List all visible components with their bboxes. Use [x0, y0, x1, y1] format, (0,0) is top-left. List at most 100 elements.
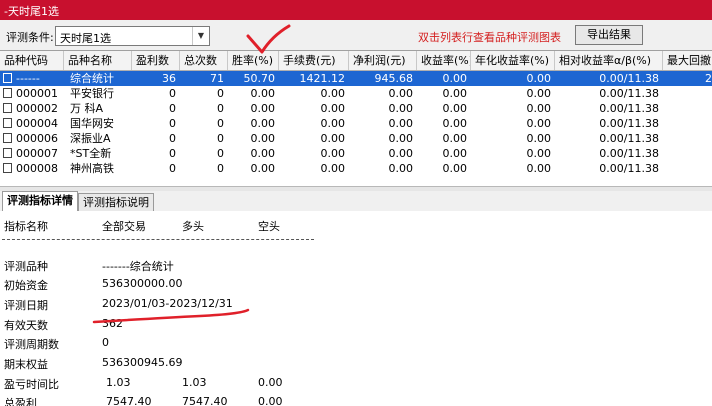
chevron-down-icon[interactable]: ▼: [192, 27, 209, 45]
detail-label: 评测日期: [4, 299, 48, 312]
col-annual-return-cell: 0.00: [526, 132, 552, 145]
row-checkbox[interactable]: [3, 103, 12, 113]
results-table[interactable]: 品种代码 品种名称 盈利数 总次数 胜率(%) 手续费(元) 净利润(元) 收益率(%) 年化收…: [0, 50, 712, 187]
column-header-total-count[interactable]: 总次数: [180, 51, 228, 70]
col-fee-cell: 1421.12: [299, 72, 346, 85]
col-relative-return-cell: 0.00/11.38: [599, 117, 659, 130]
col-total-count-cell: 0: [217, 102, 224, 115]
col-win-rate-cell: 0.00: [250, 87, 276, 100]
detail-label: 初始资金: [4, 279, 48, 292]
col-annual-return-cell: 0.00: [526, 87, 552, 100]
row-code-text: 000004: [16, 117, 58, 130]
table-header: 品种代码 品种名称 盈利数 总次数 胜率(%) 手续费(元) 净利润(元) 收益率(%) 年化收…: [0, 51, 712, 71]
col-profit-count-cell: 0: [169, 132, 176, 145]
col-name-cell: 平安银行: [70, 87, 114, 100]
col-annual-return-cell: 0.00: [526, 72, 552, 85]
row-checkbox[interactable]: [3, 148, 12, 158]
col-relative-return-cell: 0.00/11.38: [599, 147, 659, 160]
detail-panel: 指标名称 全部交易 多头 空头 评测品种 -------综合统计 初始资金 53630…: [0, 211, 712, 406]
col-annual-return-cell: 0.00: [526, 162, 552, 175]
detail-header-long: 多头: [182, 220, 204, 233]
hint-text: 双击列表行查看品种评测图表: [418, 31, 561, 44]
column-header-annual-return[interactable]: 年化收益率(%): [471, 51, 555, 70]
col-total-count-cell: 0: [217, 87, 224, 100]
col-return-cell: 0.00: [442, 102, 468, 115]
col-fee-cell: 0.00: [320, 162, 346, 175]
col-net-profit-cell: 0.00: [388, 117, 414, 130]
table-row[interactable]: 000004 国华网安 0 0 0.00 0.00 0.00 0.00 0.00 0.00/11.…: [0, 116, 712, 131]
row-code-text: 000002: [16, 102, 58, 115]
col-profit-count-cell: 0: [169, 102, 176, 115]
table-row[interactable]: 000006 深振业A 0 0 0.00 0.00 0.00 0.00 0.00 0.00/11.…: [0, 131, 712, 146]
detail-label: 评测品种: [4, 260, 48, 273]
detail-header-all: 全部交易: [102, 220, 146, 233]
col-code-cell: ------: [0, 71, 64, 86]
col-profit-count-cell: 0: [169, 147, 176, 160]
export-button[interactable]: 导出结果: [575, 25, 643, 45]
column-header-max-drawdown[interactable]: 最大回撤: [663, 51, 712, 70]
row-checkbox[interactable]: [3, 163, 12, 173]
col-fee-cell: 0.00: [320, 132, 346, 145]
row-code-text: 000008: [16, 162, 58, 175]
col-win-rate-cell: 50.70: [243, 72, 276, 85]
col-win-rate-cell: 0.00: [250, 117, 276, 130]
row-code-text: 000006: [16, 132, 58, 145]
column-header-relative-return[interactable]: 相对收益率α/β(%): [555, 51, 663, 70]
column-header-return[interactable]: 收益率(%): [417, 51, 471, 70]
tab-indicator-details[interactable]: 评测指标详情: [2, 191, 78, 212]
col-code-cell: 000004: [0, 116, 64, 131]
col-relative-return-cell: 0.00/11.38: [599, 162, 659, 175]
table-row[interactable]: 000001 平安银行 0 0 0.00 0.00 0.00 0.00 0.00 0.00/11.…: [0, 86, 712, 101]
condition-bar: 评测条件: 天时尾1选 ▼ 双击列表行查看品种评测图表 导出结果: [0, 20, 712, 50]
window-title: -天时尾1选: [4, 5, 59, 18]
detail-label: 盈亏时间比: [4, 378, 59, 391]
detail-value-v1: 362: [102, 317, 123, 330]
col-net-profit-cell: 0.00: [388, 102, 414, 115]
row-code-text: 000001: [16, 87, 58, 100]
row-checkbox[interactable]: [3, 88, 12, 98]
col-return-cell: 0.00: [442, 117, 468, 130]
col-net-profit-cell: 0.00: [388, 132, 414, 145]
column-header-net-profit[interactable]: 净利润(元): [349, 51, 417, 70]
col-annual-return-cell: 0.00: [526, 147, 552, 160]
table-row[interactable]: ------ 综合统计 36 71 50.70 1421.12 945.68 0.00 0.00…: [0, 71, 712, 86]
col-total-count-cell: 0: [217, 147, 224, 160]
detail-label: 期末权益: [4, 358, 48, 371]
col-fee-cell: 0.00: [320, 117, 346, 130]
table-row[interactable]: 000002 万 科A 0 0 0.00 0.00 0.00 0.00 0.00 0.00/11.…: [0, 101, 712, 116]
detail-value-v1: 536300000.00: [102, 277, 183, 290]
col-code-cell: 000001: [0, 86, 64, 101]
col-annual-return-cell: 0.00: [526, 117, 552, 130]
condition-label: 评测条件:: [6, 31, 54, 44]
row-checkbox[interactable]: [3, 118, 12, 128]
col-fee-cell: 0.00: [320, 147, 346, 160]
col-win-rate-cell: 0.00: [250, 162, 276, 175]
col-win-rate-cell: 0.00: [250, 132, 276, 145]
column-header-code[interactable]: 品种代码: [0, 51, 64, 70]
tab-indicator-explanation[interactable]: 评测指标说明: [78, 193, 154, 211]
detail-value-v2: 1.03: [182, 376, 207, 389]
col-max-drawdown-cell: [663, 101, 712, 116]
col-return-cell: 0.00: [442, 147, 468, 160]
col-net-profit-cell: 0.00: [388, 162, 414, 175]
column-header-profit-count[interactable]: 盈利数: [132, 51, 180, 70]
col-max-drawdown-cell: [663, 131, 712, 146]
column-header-fee[interactable]: 手续费(元): [279, 51, 349, 70]
column-header-win-rate[interactable]: 胜率(%): [228, 51, 279, 70]
condition-select[interactable]: 天时尾1选 ▼: [55, 26, 210, 46]
detail-label: 总盈利: [4, 397, 37, 406]
detail-value-v1: 536300945.69: [102, 356, 183, 369]
detail-value-v1: 0: [102, 336, 109, 349]
title-bar: -天时尾1选: [0, 0, 712, 20]
column-header-name[interactable]: 品种名称: [64, 51, 132, 70]
col-profit-count-cell: 0: [169, 162, 176, 175]
col-name-cell: 国华网安: [70, 117, 114, 130]
col-name-cell: 深振业A: [70, 132, 111, 145]
row-checkbox[interactable]: [3, 73, 12, 83]
table-row[interactable]: 000008 神州高铁 0 0 0.00 0.00 0.00 0.00 0.00 0.00/11.…: [0, 161, 712, 176]
table-row[interactable]: 000007 *ST全新 0 0 0.00 0.00 0.00 0.00 0.00 0.00/11…: [0, 146, 712, 161]
row-checkbox[interactable]: [3, 133, 12, 143]
col-name-cell: 神州高铁: [70, 162, 114, 175]
col-code-cell: 000007: [0, 146, 64, 161]
col-fee-cell: 0.00: [320, 87, 346, 100]
